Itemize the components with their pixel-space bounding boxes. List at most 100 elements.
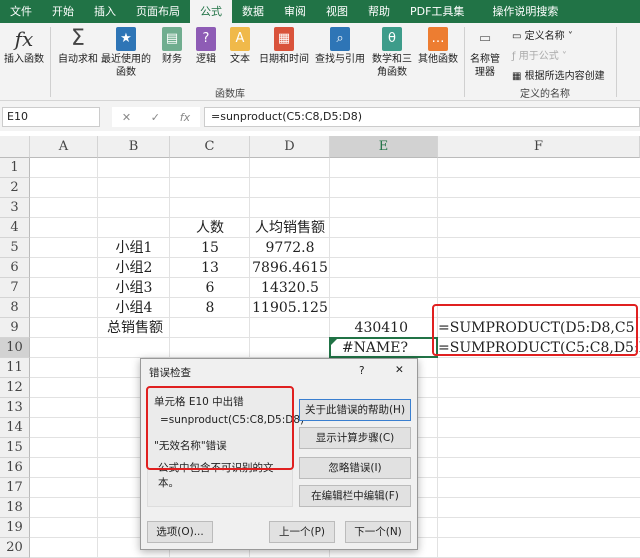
row-header-4[interactable]: 4 [0, 218, 30, 238]
ignore-error-button[interactable]: 忽略错误(I) [299, 457, 411, 479]
tab-10[interactable]: 操作说明搜索 [482, 0, 568, 23]
cell-C4[interactable]: 人数 [170, 218, 250, 238]
cell-C6[interactable]: 13 [170, 258, 250, 278]
datetime-button[interactable]: ▦ 日期和时间 [256, 27, 312, 66]
tab-4[interactable]: 公式 [190, 0, 232, 23]
column-header-F[interactable]: F [438, 136, 640, 158]
tab-3[interactable]: 页面布局 [126, 0, 190, 23]
logical-button[interactable]: ? 逻辑 [192, 27, 220, 66]
row-header-8[interactable]: 8 [0, 298, 30, 318]
row-header-3[interactable]: 3 [0, 198, 30, 218]
formula-bar: E10 ✕ ✓ fx =sunproduct(C5:C8,D5:D8) [0, 101, 640, 131]
row-header-7[interactable]: 7 [0, 278, 30, 298]
error-help-button[interactable]: 关于此错误的帮助(H) [299, 399, 411, 421]
highlight-box [146, 386, 294, 470]
gridline [437, 158, 438, 558]
name-manager-button[interactable]: ▭ 名称管理器 [470, 27, 500, 79]
cell-D7[interactable]: 14320.5 [250, 278, 330, 298]
cell-B9[interactable]: 总销售额 [90, 318, 180, 338]
group-label: 函数库 [215, 89, 245, 100]
autosum-button[interactable]: Σ 自动求和 [56, 27, 100, 66]
row-header-10[interactable]: 10 [0, 338, 30, 358]
error-indicator [331, 339, 337, 345]
name-box[interactable]: E10 [2, 107, 100, 127]
cell-D5[interactable]: 9772.8 [250, 238, 330, 258]
tab-7[interactable]: 视图 [316, 0, 358, 23]
previous-button[interactable]: 上一个(P) [269, 521, 335, 543]
row-header-12[interactable]: 12 [0, 378, 30, 398]
edit-in-bar-button[interactable]: 在编辑栏中编辑(F) [299, 485, 411, 507]
row-header-5[interactable]: 5 [0, 238, 30, 258]
define-name-button[interactable]: ▭ 定义名称 ˅ [512, 27, 573, 42]
label: 数学和三角函数 [372, 54, 412, 78]
row-header-20[interactable]: 20 [0, 538, 30, 558]
formula-input[interactable]: =sunproduct(C5:C8,D5:D8) [204, 107, 640, 127]
cell-B7[interactable]: 小组3 [98, 278, 170, 298]
options-button[interactable]: 选项(O)... [147, 521, 213, 543]
cell-B6[interactable]: 小组2 [98, 258, 170, 278]
dialog-title: 错误检查 [149, 367, 191, 379]
math-button[interactable]: θ 数学和三角函数 [370, 27, 414, 79]
gridline [30, 177, 640, 178]
row-header-17[interactable]: 17 [0, 478, 30, 498]
cell-C5[interactable]: 15 [170, 238, 250, 258]
column-header-A[interactable]: A [30, 136, 98, 158]
question-book-icon: ? [196, 27, 216, 51]
row-header-6[interactable]: 6 [0, 258, 30, 278]
tab-0[interactable]: 文件 [0, 0, 42, 23]
ribbon-tabs: 文件 开始 插入 页面布局 公式 数据 审阅 视图 帮助 PDF工具集 操作说明搜索 [0, 0, 640, 23]
tab-9[interactable]: PDF工具集 [400, 0, 474, 23]
column-header-C[interactable]: C [170, 136, 250, 158]
tab-2[interactable]: 插入 [84, 0, 126, 23]
row-header-2[interactable]: 2 [0, 178, 30, 198]
help-icon[interactable]: ? [359, 365, 365, 377]
sigma-icon: Σ [71, 26, 85, 51]
column-header-E[interactable]: E [330, 136, 438, 158]
tab-8[interactable]: 帮助 [358, 0, 400, 23]
column-header-D[interactable]: D [250, 136, 330, 158]
text-book-icon: A [230, 27, 250, 51]
gridline [30, 197, 640, 198]
select-all[interactable] [0, 136, 30, 158]
row-header-1[interactable]: 1 [0, 158, 30, 178]
fx-icon[interactable]: fx [180, 111, 190, 124]
cell-E9[interactable]: 430410 [330, 318, 438, 338]
row-header-19[interactable]: 19 [0, 518, 30, 538]
row-header-14[interactable]: 14 [0, 418, 30, 438]
show-steps-button[interactable]: 显示计算步骤(C) [299, 427, 411, 449]
close-icon[interactable]: ✕ [395, 364, 404, 376]
tab-5[interactable]: 数据 [232, 0, 274, 23]
label: 用于公式 [518, 51, 559, 62]
row-header-11[interactable]: 11 [0, 358, 30, 378]
cell-C8[interactable]: 8 [170, 298, 250, 318]
create-from-selection-button[interactable]: ▦ 根据所选内容创建 [512, 67, 605, 82]
tab-6[interactable]: 审阅 [274, 0, 316, 23]
column-header-B[interactable]: B [98, 136, 170, 158]
enter-icon[interactable]: ✓ [151, 111, 160, 124]
financial-button[interactable]: ▤ 财务 [158, 27, 186, 66]
row-header-15[interactable]: 15 [0, 438, 30, 458]
other-functions-button[interactable]: … 其他函数 [418, 27, 458, 66]
cell-D6[interactable]: 7896.4615 [250, 258, 330, 278]
cell-B8[interactable]: 小组4 [98, 298, 170, 318]
row-header-13[interactable]: 13 [0, 398, 30, 418]
calendar-book-icon: ▦ [274, 27, 294, 51]
next-button[interactable]: 下一个(N) [345, 521, 411, 543]
cell-D8[interactable]: 11905.125 [250, 298, 330, 318]
row-header-16[interactable]: 16 [0, 458, 30, 478]
label: 逻辑 [196, 54, 216, 65]
tab-1[interactable]: 开始 [42, 0, 84, 23]
cell-D4[interactable]: 人均销售额 [250, 218, 330, 238]
selected-cell-E10[interactable] [329, 337, 438, 358]
label: 查找与引用 [315, 54, 365, 65]
row-header-18[interactable]: 18 [0, 498, 30, 518]
use-in-formula-button[interactable]: ƒ 用于公式 ˅ [512, 47, 567, 62]
lookup-button[interactable]: ⌕ 查找与引用 [312, 27, 368, 66]
cancel-icon[interactable]: ✕ [122, 111, 131, 124]
row-header-9[interactable]: 9 [0, 318, 30, 338]
text-button[interactable]: A 文本 [226, 27, 254, 66]
cell-B5[interactable]: 小组1 [98, 238, 170, 258]
insert-function-button[interactable]: fx 插入函数 [4, 27, 44, 66]
cell-C7[interactable]: 6 [170, 278, 250, 298]
recent-functions-button[interactable]: ★ 最近使用的函数 [100, 27, 152, 79]
